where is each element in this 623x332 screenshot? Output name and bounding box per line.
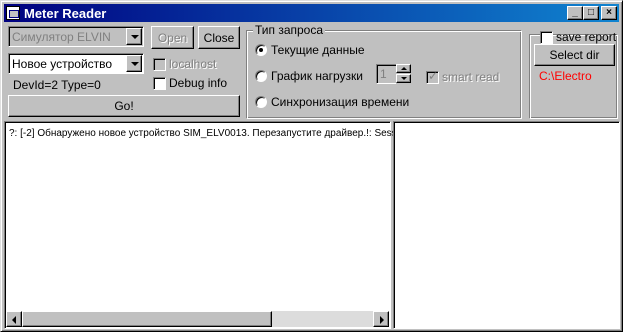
log-line: ?: [-2] Обнаружено новое устройство SIM_… xyxy=(9,128,411,139)
driver-select-value: Симулятор ELVIN xyxy=(12,30,111,44)
maximize-button[interactable]: □ xyxy=(583,6,599,20)
request-type-title: Тип запроса xyxy=(253,23,326,37)
arrow-right-icon xyxy=(380,316,384,324)
main-window: Meter Reader _ □ × Симулятор ELVIN Open … xyxy=(0,0,623,332)
localhost-checkbox[interactable] xyxy=(153,58,166,71)
minimize-button[interactable]: _ xyxy=(567,6,583,20)
smart-read-checkbox[interactable]: ✓ xyxy=(426,69,439,84)
arrow-left-icon xyxy=(12,316,16,324)
window-title: Meter Reader xyxy=(24,5,107,21)
radio-load-graph-label: График нагрузки xyxy=(271,69,364,83)
device-select-value: Новое устройство xyxy=(12,57,113,71)
chevron-down-icon[interactable] xyxy=(126,55,142,72)
smart-read-label: smart read xyxy=(442,70,500,84)
radio-current-data[interactable] xyxy=(255,44,267,56)
output-panel[interactable] xyxy=(393,121,620,329)
dir-path: C:\Electro xyxy=(539,69,592,83)
radio-current-data-label: Текущие данные xyxy=(271,43,365,57)
driver-select[interactable]: Симулятор ELVIN xyxy=(8,26,144,47)
radio-time-sync-label: Синхронизация времени xyxy=(271,95,410,109)
save-report-checkbox[interactable] xyxy=(540,31,553,44)
select-dir-button[interactable]: Select dir xyxy=(534,44,615,66)
scroll-thumb[interactable] xyxy=(22,311,272,327)
spin-value: 1 xyxy=(380,67,387,81)
radio-load-graph[interactable] xyxy=(255,70,267,82)
spin-up-button[interactable] xyxy=(396,64,411,73)
device-info: DevId=2 Type=0 xyxy=(13,78,101,92)
open-button[interactable]: Open xyxy=(151,26,194,49)
title-bar[interactable]: Meter Reader _ □ × xyxy=(4,4,619,22)
log-panel[interactable]: ?: [-2] Обнаружено новое устройство SIM_… xyxy=(4,121,410,329)
check-icon: ✓ xyxy=(428,69,439,83)
go-button[interactable]: Go! xyxy=(8,95,240,117)
close-window-button[interactable]: × xyxy=(601,6,617,20)
save-report-label: save report xyxy=(556,30,617,44)
debug-checkbox[interactable] xyxy=(153,77,166,90)
debug-label: Debug info xyxy=(169,76,228,90)
device-select[interactable]: Новое устройство xyxy=(8,53,144,74)
horizontal-scrollbar[interactable] xyxy=(6,311,389,327)
localhost-label: localhost xyxy=(169,57,217,71)
app-icon xyxy=(6,6,20,20)
scroll-left-button[interactable] xyxy=(6,311,22,327)
scroll-right-button[interactable] xyxy=(373,311,389,327)
spin-buttons xyxy=(396,64,412,84)
close-button[interactable]: Close xyxy=(198,26,240,49)
chevron-down-icon[interactable] xyxy=(126,28,142,45)
radio-time-sync[interactable] xyxy=(255,96,267,108)
spin-down-button[interactable] xyxy=(396,74,411,83)
spin-value-field[interactable]: 1 xyxy=(376,64,397,84)
